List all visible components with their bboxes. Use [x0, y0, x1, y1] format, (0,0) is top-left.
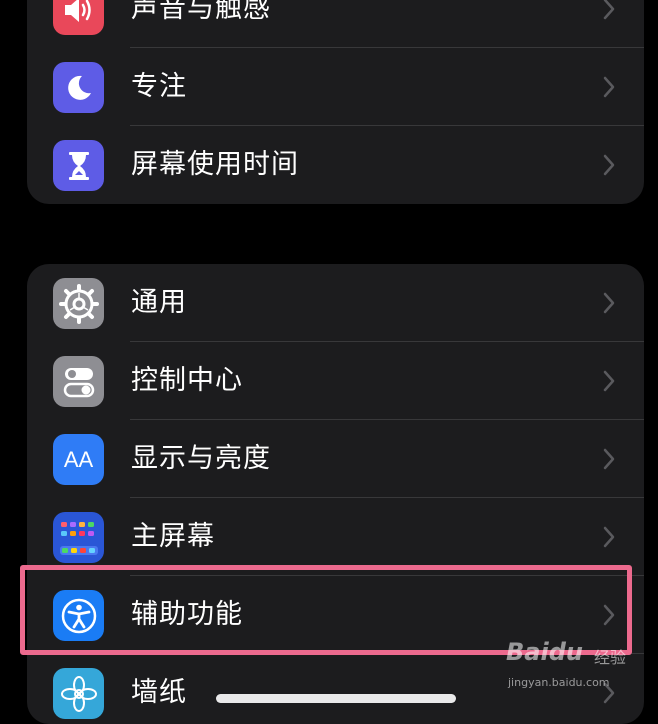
chevron-right-icon — [603, 526, 615, 548]
chevron-right-icon — [603, 154, 615, 176]
settings-item-display-brightness[interactable]: AA 显示与亮度 — [27, 420, 644, 498]
moon-icon — [53, 62, 104, 113]
flower-icon — [53, 668, 104, 719]
watermark-brand: Baidu — [506, 638, 583, 666]
text-size-icon-text: AA — [63, 446, 94, 472]
chevron-right-icon — [603, 76, 615, 98]
gear-icon — [53, 278, 104, 329]
watermark-url: jingyan.baidu.com — [508, 676, 610, 689]
speaker-icon — [53, 0, 104, 35]
text-size-icon: AA — [53, 434, 104, 485]
toggles-icon — [53, 356, 104, 407]
focus-label: 专注 — [131, 71, 187, 102]
settings-item-sound-haptics[interactable]: 声音与触感 — [27, 0, 644, 48]
home-indicator[interactable] — [216, 694, 456, 703]
settings-item-screen-time[interactable]: 屏幕使用时间 — [27, 126, 644, 204]
wallpaper-label: 墙纸 — [131, 677, 187, 708]
hourglass-icon — [53, 140, 104, 191]
home-grid-icon — [53, 512, 104, 563]
general-label: 通用 — [131, 287, 187, 318]
settings-group-sound-focus: 声音与触感 专注 屏幕使用时间 — [27, 0, 644, 204]
chevron-right-icon — [603, 448, 615, 470]
baidu-jingyan-watermark: Baidu 经验 jingyan.baidu.com — [506, 630, 646, 700]
chevron-right-icon — [603, 0, 615, 20]
control-center-label: 控制中心 — [131, 365, 243, 396]
settings-item-focus[interactable]: 专注 — [27, 48, 644, 126]
chevron-right-icon — [603, 292, 615, 314]
settings-item-control-center[interactable]: 控制中心 — [27, 342, 644, 420]
settings-item-general[interactable]: 通用 — [27, 264, 644, 342]
sound-haptics-label: 声音与触感 — [131, 0, 271, 24]
screen-time-label: 屏幕使用时间 — [131, 149, 299, 180]
chevron-right-icon — [603, 370, 615, 392]
watermark-cn: 经验 — [594, 648, 627, 667]
display-brightness-label: 显示与亮度 — [131, 443, 271, 474]
